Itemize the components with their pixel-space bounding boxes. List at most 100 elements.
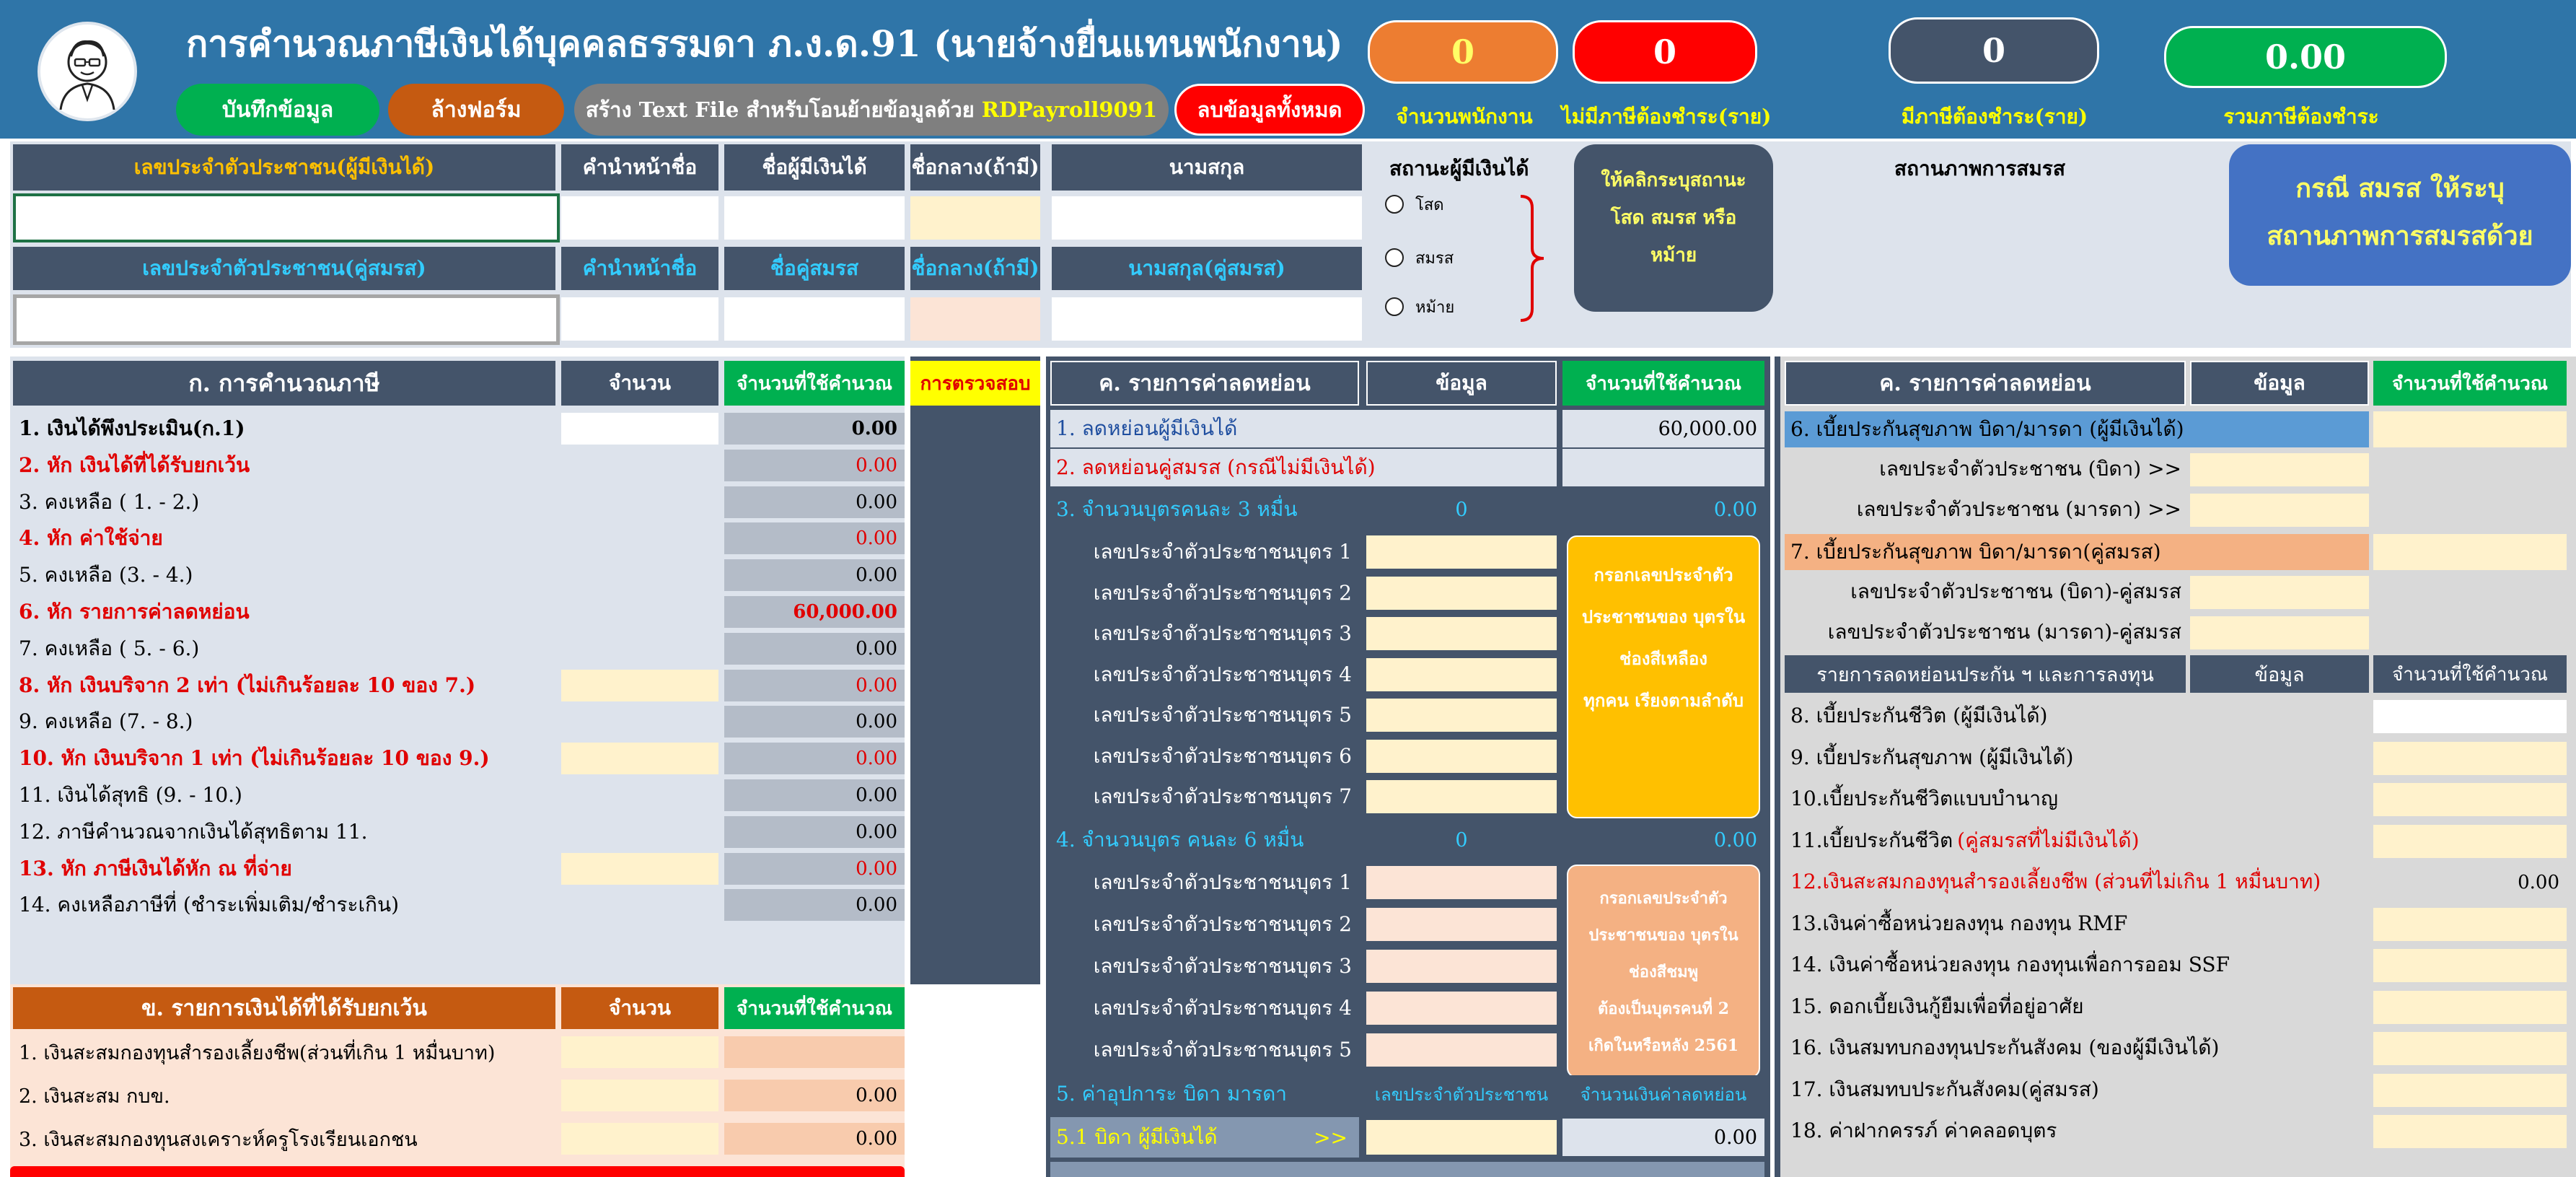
section-a-row-input [561, 486, 718, 518]
header-last-name: นามสกุล [1052, 144, 1362, 191]
section-b-col-amount: จำนวน [561, 987, 718, 1029]
child-a-label: เลขประจำตัวประชาชนบุตร 2 [1093, 581, 1352, 605]
section-a-row-input [561, 706, 718, 738]
child-b-input[interactable] [1366, 1033, 1557, 1067]
c2-row-text: 12.เงินสะสมกองทุนสำรองเลี้ยงชีพ (ส่วนที่… [1790, 870, 2321, 893]
section-b-col-used: จำนวนที่ใช้คำนวณ [724, 987, 905, 1029]
section-a-row-label: 2. หัก เงินได้ที่ได้รับยกเว้น [19, 453, 250, 477]
c2-row7b-label: เลขประจำตัวประชาชน (มารดา)-คู่สมรส [1827, 620, 2181, 644]
c2-row-label: 17. เงินสมทบประกันสังคม(คู่สมรส) [1785, 1071, 2369, 1108]
section-b-row-input[interactable] [561, 1036, 718, 1068]
c1-row51-text: 5.1 บิดา ผู้มีเงินได้ [1056, 1125, 1218, 1149]
c2-row-text: 18. ค่าฝากครรภ์ ค่าคลอดบุตร [1790, 1119, 2057, 1142]
c2-row-text: 14. เงินค่าซื้อหน่วยลงทุน กองทุนเพื่อการ… [1790, 953, 2230, 976]
section-a-row-value: 0.00 [724, 450, 905, 481]
child-a-input[interactable] [1366, 658, 1557, 691]
c2-row6a-label: เลขประจำตัวประชาชน (บิดา) >> [1879, 457, 2181, 481]
section-a-row-label: 13. หัก ภาษีเงินได้หัก ณ ที่จ่าย [19, 857, 292, 880]
spouse-middle-name-input[interactable] [910, 297, 1040, 341]
c2-row-value[interactable] [2373, 991, 2567, 1024]
c1-row51-label: 5.1 บิดา ผู้มีเงินได้ >> [1050, 1117, 1359, 1158]
stat-no-tax-value: 0 [1573, 20, 1757, 84]
c2-row-text: 16. เงินสมทบกองทุนประกันสังคม (ของผู้มีเ… [1790, 1036, 2220, 1059]
child-b-label: เลขประจำตัวประชาชนบุตร 3 [1093, 954, 1352, 978]
page-title: การคำนวณภาษีเงินได้บุคคลธรรมดา ภ.ง.ด.91 … [186, 22, 1343, 65]
c2-row-value[interactable] [2373, 700, 2567, 733]
c2-row-value[interactable] [2373, 742, 2567, 775]
c2-row-value[interactable] [2373, 1074, 2567, 1107]
spouse-last-name-input[interactable] [1052, 297, 1362, 341]
c1-row1-value: 60,000.00 [1562, 410, 1764, 447]
save-button[interactable]: บันทึกข้อมูล [176, 84, 379, 136]
section-a-row-input[interactable] [561, 743, 718, 774]
section-b-row-label: 1. เงินสะสมกองทุนสำรองเลี้ยงชีพ(ส่วนที่เ… [19, 1041, 496, 1064]
section-b-row-input[interactable] [561, 1123, 718, 1155]
section-b-row-label: 3. เงินสะสมกองทุนสงเคราะห์ครูโรงเรียนเอก… [19, 1128, 418, 1151]
child-a-input[interactable] [1366, 617, 1557, 650]
child-b-input[interactable] [1366, 908, 1557, 941]
section-a-row-input[interactable] [561, 853, 718, 885]
middle-name-input[interactable] [910, 196, 1040, 240]
taxpayer-id-input[interactable] [13, 193, 560, 242]
header-spouse-last-name: นามสกุล(คู่สมรส) [1052, 247, 1362, 290]
spouse-prefix-input[interactable] [561, 297, 718, 341]
prefix-input[interactable] [561, 196, 718, 240]
stat-employees-label: จำนวนพนักงาน [1396, 105, 1533, 128]
section-a-row-input [561, 889, 718, 921]
spouse-id-input[interactable] [13, 294, 560, 345]
status-widowed-radio[interactable] [1385, 297, 1404, 316]
child-a-input[interactable] [1366, 577, 1557, 610]
clear-form-button[interactable]: ล้างฟอร์ม [388, 84, 564, 136]
c2-row-value[interactable] [2373, 908, 2567, 941]
delete-all-button[interactable]: ลบข้อมูลทั้งหมด [1174, 84, 1365, 136]
section-a-col-used: จำนวนที่ใช้คำนวณ [724, 361, 905, 406]
section-a-row-input [561, 450, 718, 481]
first-name-input[interactable] [724, 196, 905, 240]
spouse-first-name-input[interactable] [724, 297, 905, 341]
child-a-label: เลขประจำตัวประชาชนบุตร 1 [1093, 540, 1352, 564]
section-a-row-label: 7. คงเหลือ ( 5. - 6.) [19, 636, 200, 660]
c2-row-value[interactable] [2373, 1115, 2567, 1148]
status-single-radio[interactable] [1385, 195, 1404, 214]
child-b-input[interactable] [1366, 950, 1557, 983]
status-married-radio[interactable] [1385, 248, 1404, 267]
section-a-row-value: 0.00 [724, 889, 905, 921]
last-name-input[interactable] [1052, 196, 1362, 240]
section-a-row-label: 10. หัก เงินบริจาก 1 เท่า (ไม่เกินร้อยละ… [19, 746, 490, 770]
c1-row5-col2: จำนวนเงินค่าลดหย่อน [1562, 1075, 1764, 1113]
section-a-row-label: 1. เงินได้พึงประเมิน(ก.1) [19, 416, 245, 440]
stat-total-tax-value: 0.00 [2164, 26, 2447, 88]
section-c2-title: ค. รายการค่าลดหย่อน [1785, 361, 2186, 406]
c2-row-value[interactable] [2373, 1032, 2567, 1065]
child-b-input[interactable] [1366, 866, 1557, 899]
child-a-label: เลขประจำตัวประชาชนบุตร 4 [1093, 662, 1352, 686]
child-a-input[interactable] [1366, 535, 1557, 569]
c2-row7-value[interactable] [2373, 534, 2567, 570]
child-a-input[interactable] [1366, 740, 1557, 773]
section-a-row-value: 0.00 [724, 486, 905, 518]
c2-row-value[interactable] [2373, 825, 2567, 858]
avatar-icon [59, 40, 115, 110]
c2-row-value[interactable] [2373, 783, 2567, 816]
header-taxpayer-id: เลขประจำตัวประชาชน(ผู้มีเงินได้) [13, 144, 555, 191]
child-a-input[interactable] [1366, 699, 1557, 732]
c2-row6b-input[interactable] [2190, 494, 2369, 527]
c2-sub-header: รายการลดหย่อนประกัน ฯ และการลงทุน [1785, 655, 2186, 693]
section-a-row-input[interactable] [561, 413, 718, 445]
c2-row-label: 10.เบี้ยประกันชีวิตแบบบำนาญ [1785, 780, 2369, 818]
child-b-input[interactable] [1366, 992, 1557, 1025]
c2-row7b-input[interactable] [2190, 616, 2369, 649]
child-a-input[interactable] [1366, 780, 1557, 813]
c2-row-value[interactable] [2373, 949, 2567, 982]
section-a-row-label: 11. เงินได้สุทธิ (9. - 10.) [19, 783, 242, 807]
section-c2-col-data: ข้อมูล [2190, 361, 2369, 406]
create-text-file-button[interactable]: สร้าง Text File สำหรับโอนย้ายข้อมูลด้วย … [574, 84, 1169, 136]
c2-row6-value[interactable] [2373, 411, 2567, 447]
c2-row6-label: 6. เบี้ยประกันสุขภาพ บิดา/มารดา (ผู้มีเง… [1785, 411, 2369, 447]
c2-row6a-input[interactable] [2190, 453, 2369, 486]
section-a-row-input[interactable] [561, 670, 718, 701]
c2-row7a-input[interactable] [2190, 576, 2369, 609]
c1-row51-input[interactable] [1366, 1120, 1557, 1155]
c1-row5-col1: เลขประจำตัวประชาชน [1366, 1075, 1557, 1113]
section-b-row-input[interactable] [561, 1080, 718, 1111]
